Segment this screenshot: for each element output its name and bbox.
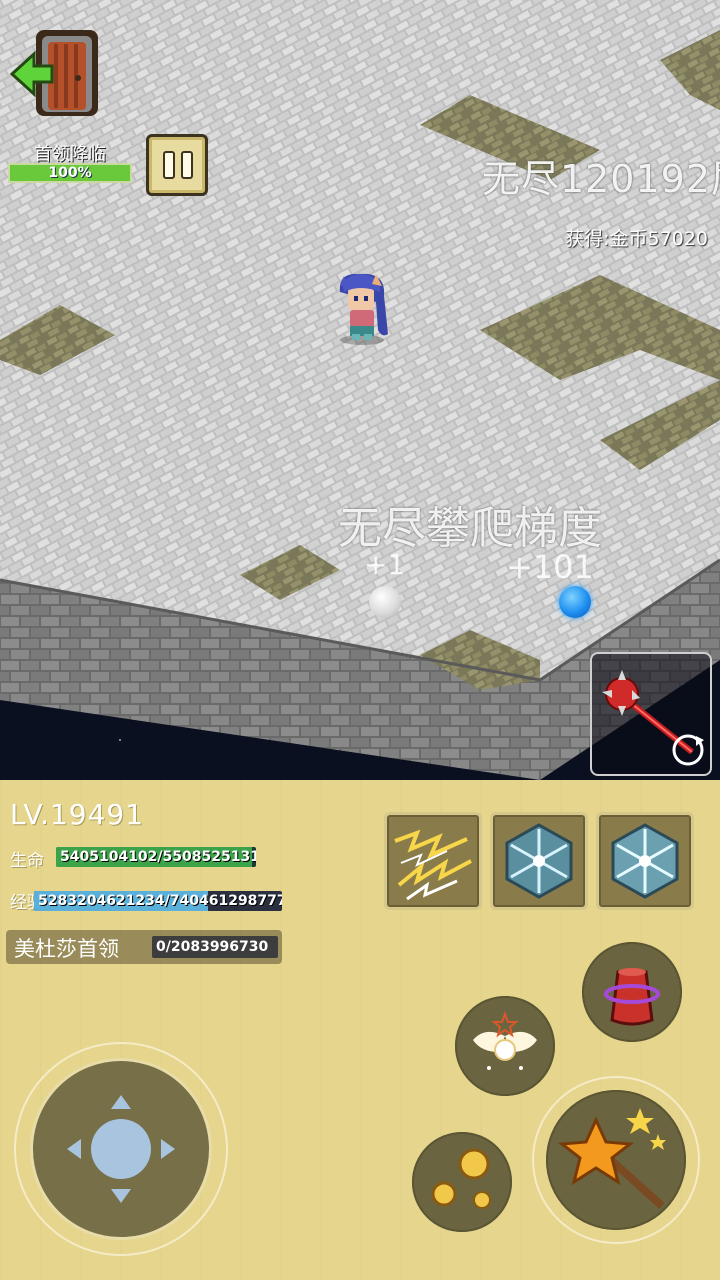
pause-button[interactable] [146, 134, 208, 196]
snowflake-icon [505, 823, 573, 899]
potion-skill-button[interactable] [582, 942, 682, 1042]
white-orb [369, 586, 401, 618]
boss-progress-bar: 0/2083996730 [152, 936, 278, 958]
luck-skill-button[interactable] [412, 1132, 512, 1232]
potion-icon [604, 968, 660, 1026]
game-world: 无尽120192层 获得:金币57020 无尽攀爬梯度 +1 +101 首领降临… [0, 0, 720, 780]
magic-wand-icon [558, 1108, 666, 1209]
skill-slot-lightning[interactable] [384, 812, 482, 910]
exit-door-button[interactable] [8, 22, 108, 122]
boss-arrival-bar: 100% [8, 163, 132, 183]
spiked-mace-icon [602, 670, 704, 766]
gold-clovers-icon [431, 1148, 491, 1209]
skill-slot-frost-2[interactable] [596, 812, 694, 910]
boss-arrival-percent: 100% [48, 165, 92, 181]
float-gain-right: +101 [506, 548, 594, 586]
weapon-switch-button[interactable] [590, 652, 712, 776]
movement-joystick[interactable] [14, 1042, 228, 1256]
pause-icon-bar [181, 151, 193, 179]
exp-value: 5283204621234/7404612987771 [38, 893, 282, 909]
boss-name: 美杜莎首领 [14, 937, 119, 961]
boss-progress-value: 0/2083996730 [156, 939, 269, 955]
lightning-icon [394, 829, 472, 901]
blue-orb [559, 586, 591, 618]
reward-text: 获得:金币57020 [565, 228, 708, 250]
control-panel: LV.19491 生命 5405104102/5508525131 经验 528… [0, 780, 720, 1280]
skill-slot-frost-1[interactable] [490, 812, 588, 910]
pause-icon [163, 151, 175, 179]
announcement-text: 无尽攀爬梯度 [338, 503, 602, 554]
hp-label: 生命 [10, 851, 44, 871]
exit-door-icon [9, 30, 98, 116]
angel-wings-icon [473, 1011, 537, 1070]
floor-title: 无尽120192层 [481, 157, 720, 201]
exp-bar: 5283204621234/7404612987771 [34, 891, 282, 911]
player-level: LV.19491 [10, 798, 145, 831]
hp-bar: 5405104102/5508525131 [56, 847, 256, 867]
snowflake-icon [611, 823, 679, 899]
hp-value: 5405104102/5508525131 [60, 849, 256, 865]
holy-skill-button[interactable] [455, 996, 555, 1096]
joystick-base [30, 1058, 212, 1240]
attack-button[interactable] [546, 1090, 686, 1230]
boss-target-panel: 美杜莎首领 0/2083996730 [6, 930, 282, 964]
float-gain-left: +1 [364, 548, 406, 581]
dpad-arrows-icon [67, 1095, 175, 1203]
